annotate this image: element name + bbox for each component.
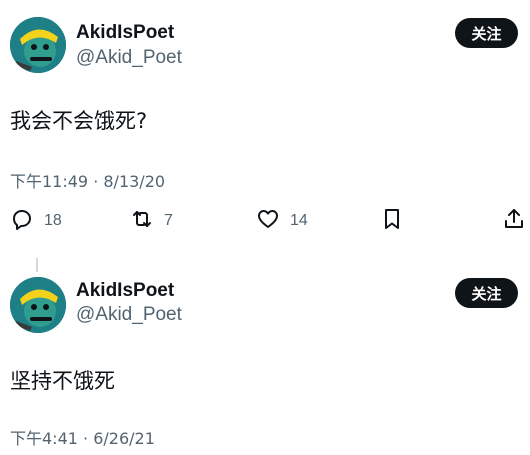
reply-button[interactable]: 18 bbox=[10, 205, 62, 237]
retweet-button[interactable]: 7 bbox=[130, 205, 173, 237]
author-name[interactable]: AkidIsPoet bbox=[76, 280, 174, 302]
tweet-timestamp[interactable]: 下午4:41 · 6/26/21 bbox=[10, 425, 155, 449]
retweet-icon bbox=[130, 207, 154, 235]
avatar[interactable] bbox=[10, 277, 66, 333]
bookmark-button[interactable] bbox=[380, 205, 404, 237]
tweet-timestamp[interactable]: 下午11:49 · 8/13/20 bbox=[10, 168, 165, 192]
like-button[interactable]: 14 bbox=[256, 205, 308, 237]
share-icon bbox=[502, 207, 526, 235]
thread-connector-line bbox=[36, 258, 38, 272]
tweet-text: 坚持不饿死 bbox=[10, 369, 115, 393]
author-name[interactable]: AkidIsPoet bbox=[76, 22, 174, 44]
like-count: 14 bbox=[290, 212, 308, 229]
tweet[interactable]: AkidIsPoet @Akid_Poet 关注 坚持不饿死 下午4:41 · … bbox=[0, 258, 530, 455]
follow-button[interactable]: 关注 bbox=[455, 278, 518, 308]
follow-button[interactable]: 关注 bbox=[455, 18, 518, 48]
retweet-count: 7 bbox=[164, 212, 173, 229]
tweet-actions: 18 7 14 bbox=[0, 205, 530, 237]
avatar[interactable] bbox=[10, 17, 66, 73]
bookmark-icon bbox=[380, 207, 404, 235]
reply-icon bbox=[10, 207, 34, 235]
tweet-text: 我会不会饿死? bbox=[10, 109, 148, 133]
tweet[interactable]: AkidIsPoet @Akid_Poet 关注 我会不会饿死? 下午11:49… bbox=[0, 0, 530, 245]
share-button[interactable] bbox=[502, 205, 526, 237]
reply-count: 18 bbox=[44, 212, 62, 229]
author-handle[interactable]: @Akid_Poet bbox=[76, 47, 182, 69]
heart-icon bbox=[256, 207, 280, 235]
author-handle[interactable]: @Akid_Poet bbox=[76, 304, 182, 326]
